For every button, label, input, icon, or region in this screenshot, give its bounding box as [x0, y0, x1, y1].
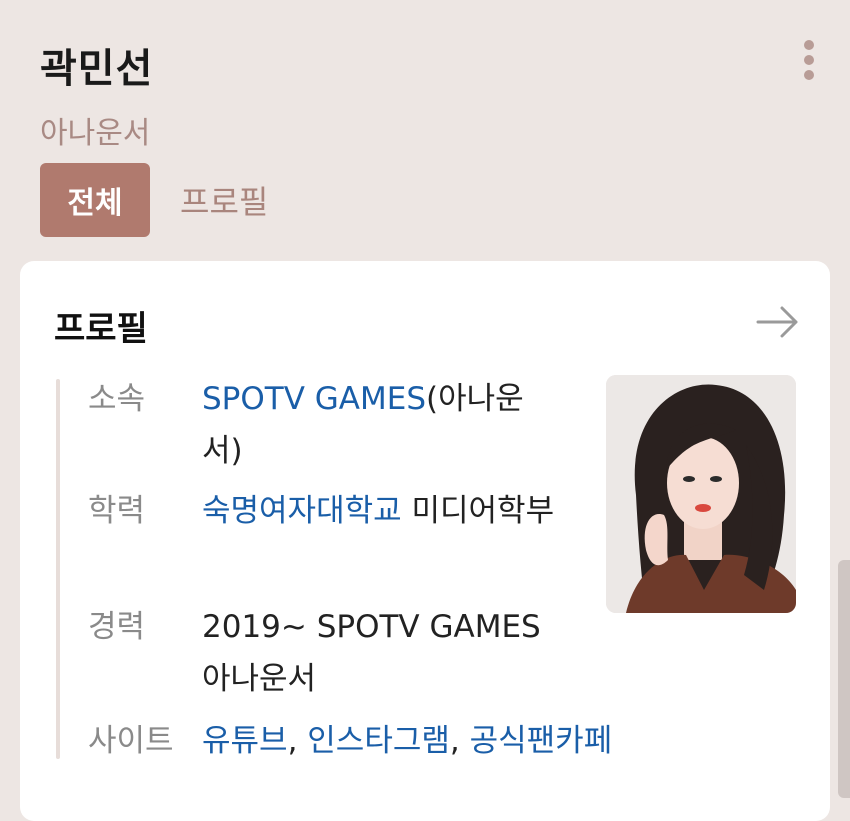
row-site: 사이트 유튜브, 인스타그램, 공식팬카페	[88, 715, 688, 767]
profile-subtitle: 아나운서	[40, 116, 151, 151]
tab-all[interactable]: 전체	[40, 163, 150, 237]
row-label: 학력	[88, 493, 146, 529]
education-text: 미디어학부	[401, 493, 555, 529]
row-education: 학력 숙명여자대학교 미디어학부	[88, 485, 608, 537]
row-label: 사이트	[88, 723, 174, 759]
profile-card: 프로필 소속 SPOTV GAMES(아나운서) 학력 숙명여자대학교 미디어학…	[20, 261, 830, 821]
row-affiliation: 소속 SPOTV GAMES(아나운서)	[88, 373, 608, 477]
info-left-bar	[56, 379, 60, 759]
more-options-button[interactable]	[802, 40, 816, 88]
affiliation-link[interactable]: SPOTV GAMES	[202, 381, 426, 417]
row-career: 경력 2019~ SPOTV GAMES 아나운서	[88, 601, 608, 705]
profile-name: 곽민선	[40, 46, 154, 92]
more-vertical-icon	[804, 40, 814, 50]
fancafe-link[interactable]: 공식팬카페	[470, 723, 613, 759]
card-title[interactable]: 프로필	[54, 301, 148, 350]
row-label: 경력	[88, 609, 146, 645]
scrollbar[interactable]	[838, 560, 850, 798]
row-value: 2019~ SPOTV GAMES 아나운서	[202, 609, 541, 697]
instagram-link[interactable]: 인스타그램	[307, 723, 450, 759]
row-label: 소속	[88, 381, 146, 417]
tab-profile[interactable]: 프로필	[180, 163, 268, 237]
profile-photo[interactable]	[606, 375, 796, 613]
youtube-link[interactable]: 유튜브	[202, 723, 288, 759]
row-value: 숙명여자대학교 미디어학부	[202, 485, 562, 537]
arrow-right-icon[interactable]	[756, 305, 800, 339]
row-value: SPOTV GAMES(아나운서)	[202, 373, 562, 477]
education-link[interactable]: 숙명여자대학교	[202, 493, 402, 529]
row-value: 유튜브, 인스타그램, 공식팬카페	[202, 723, 613, 759]
